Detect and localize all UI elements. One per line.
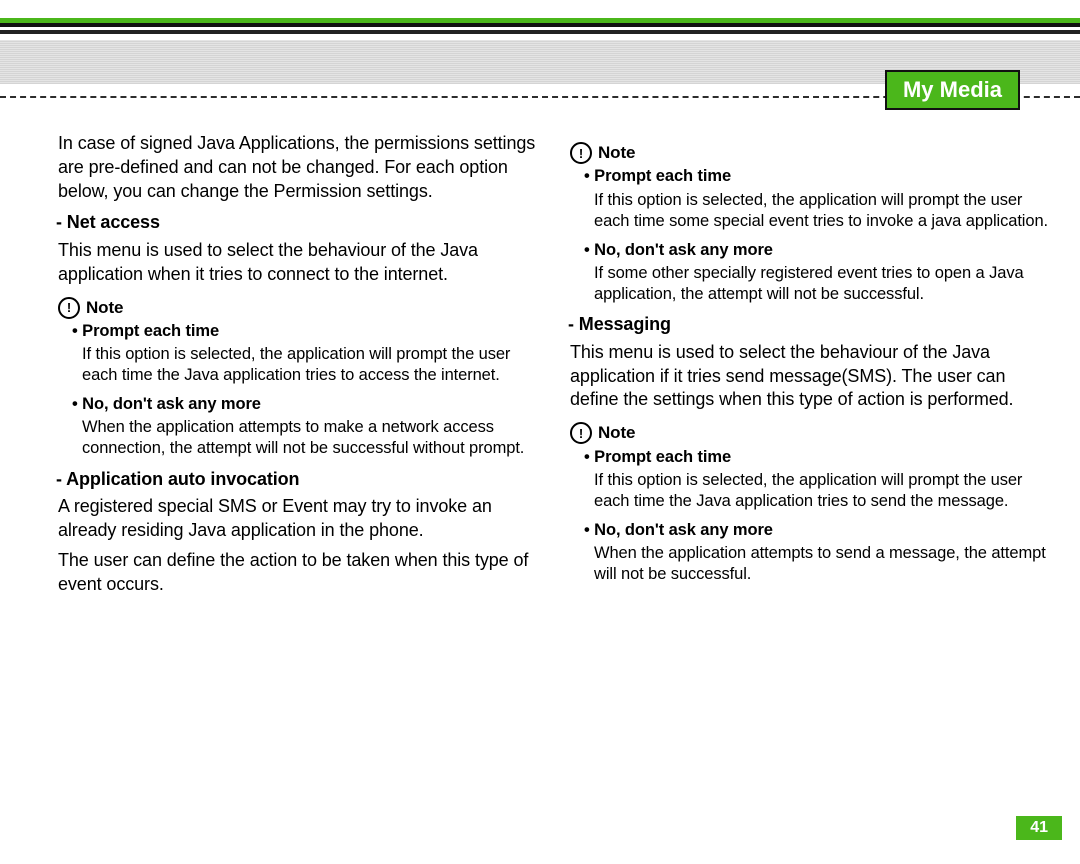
note-lead-auto: ! Note [570, 142, 1056, 164]
auto-invocation-body1: A registered special SMS or Event may tr… [58, 495, 544, 543]
intro-paragraph: In case of signed Java Applications, the… [58, 132, 544, 203]
info-icon: ! [58, 297, 80, 319]
divider-black-top [0, 30, 1080, 34]
heading-messaging: Messaging [568, 313, 1056, 337]
note-item-title: Prompt each time [72, 321, 544, 342]
info-icon: ! [570, 142, 592, 164]
note-item-title: Prompt each time [584, 166, 1056, 187]
note-item-body: If this option is selected, the applicat… [594, 470, 1056, 512]
note-item-title: No, don't ask any more [584, 240, 1056, 261]
page-number-badge: 41 [1016, 816, 1062, 840]
note-label: Note [86, 297, 123, 319]
divider-green-top [0, 18, 1080, 23]
note-item-body: If this option is selected, the applicat… [594, 190, 1056, 232]
net-access-body: This menu is used to select the behaviou… [58, 239, 544, 287]
note-items-auto: Prompt each time If this option is selec… [570, 166, 1056, 305]
heading-auto-invocation: Application auto invocation [56, 468, 544, 492]
page-body: In case of signed Java Applications, the… [0, 106, 1080, 602]
heading-net-access: Net access [56, 211, 544, 235]
note-label: Note [598, 422, 635, 444]
note-label: Note [598, 142, 635, 164]
note-item-body: If some other specially registered event… [594, 263, 1056, 305]
chapter-tab: My Media [885, 70, 1020, 110]
note-item-body: When the application attempts to make a … [82, 417, 544, 459]
note-item-title: No, don't ask any more [584, 520, 1056, 541]
note-item-title: No, don't ask any more [72, 394, 544, 415]
column-right: ! Note Prompt each time If this option i… [570, 132, 1056, 602]
page-header-band: My Media [0, 0, 1080, 106]
note-items-messaging: Prompt each time If this option is selec… [570, 447, 1056, 586]
note-item-body: When the application attempts to send a … [594, 543, 1056, 585]
auto-invocation-body2: The user can define the action to be tak… [58, 549, 544, 597]
column-left: In case of signed Java Applications, the… [58, 132, 544, 602]
messaging-body: This menu is used to select the behaviou… [570, 341, 1056, 412]
note-lead-net: ! Note [58, 297, 544, 319]
note-item-title: Prompt each time [584, 447, 1056, 468]
note-item-body: If this option is selected, the applicat… [82, 344, 544, 386]
note-lead-messaging: ! Note [570, 422, 1056, 444]
info-icon: ! [570, 422, 592, 444]
note-items-net: Prompt each time If this option is selec… [58, 321, 544, 460]
